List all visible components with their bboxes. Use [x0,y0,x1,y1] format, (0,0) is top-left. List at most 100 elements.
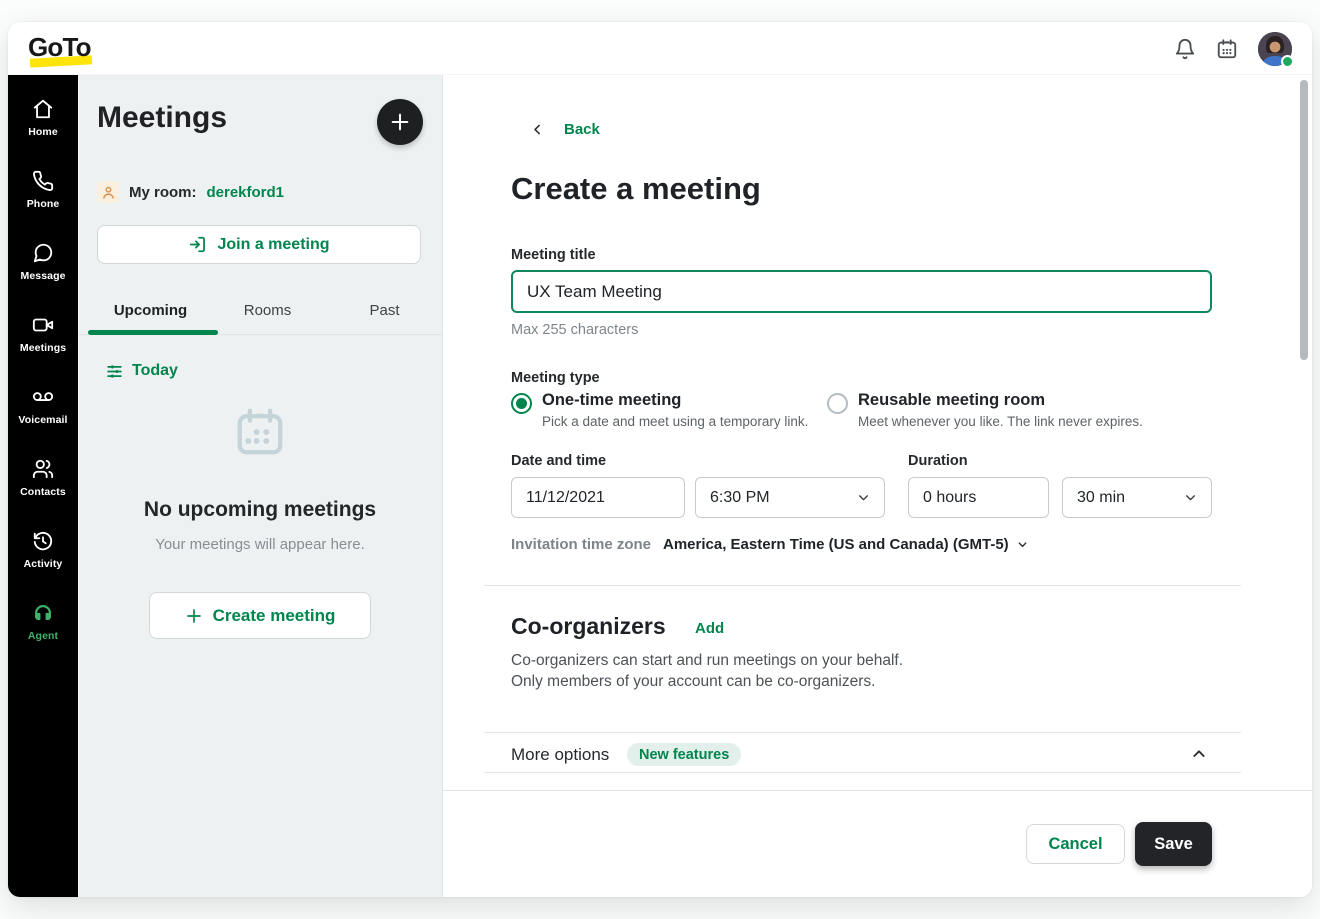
hours-input[interactable] [923,489,1034,507]
sidebar-item-phone[interactable]: Phone [8,160,78,219]
reusable-room-label: Reusable meeting room [858,391,1143,411]
radio-selected-icon [511,393,532,414]
co-organizers-add-link[interactable]: Add [695,620,724,637]
empty-state-title: No upcoming meetings [78,498,442,522]
back-link[interactable]: Back [531,121,600,138]
app-nav-rail: Home Phone Message Meetings Voicemail Co… [8,75,78,897]
empty-calendar-icon [233,405,287,459]
presence-dot [1281,55,1294,68]
sidebar-label-message: Message [20,270,65,282]
goto-logo: GoTo [28,32,98,68]
contacts-icon [32,458,54,480]
meeting-title-helper: Max 255 characters [511,322,638,338]
app-window: GoTo Home Phone [8,22,1312,897]
form-footer: Cancel Save [443,790,1312,897]
person-icon [101,185,116,200]
duration-label: Duration [908,453,968,469]
plus-icon [185,607,203,625]
date-input[interactable] [526,489,670,507]
sidebar-label-phone: Phone [27,198,60,210]
voicemail-icon [32,386,54,408]
today-label: Today [132,362,178,380]
timezone-select[interactable]: America, Eastern Time (US and Canada) (G… [663,536,1028,553]
my-room-row[interactable]: My room: derekford1 [97,181,284,203]
message-icon [32,242,54,264]
timezone-label: Invitation time zone [511,536,651,553]
bell-icon[interactable] [1174,38,1196,60]
plus-icon [389,111,411,133]
save-button[interactable]: Save [1135,822,1212,866]
date-time-label: Date and time [511,453,606,469]
meeting-type-label: Meeting type [511,370,600,386]
section-divider [484,732,1241,733]
sidebar-item-voicemail[interactable]: Voicemail [8,376,78,435]
new-features-badge: New features [627,743,741,766]
radio-reusable-room[interactable]: Reusable meeting room Meet whenever you … [827,391,1143,429]
time-select-value: 6:30 PM [710,489,770,507]
minutes-select-value: 30 min [1077,489,1125,507]
chevron-down-icon [857,491,870,504]
today-filter[interactable]: Today [106,362,178,380]
new-meeting-plus-button[interactable] [377,99,423,145]
co-organizers-desc-2: Only members of your account can be co-o… [511,673,875,691]
goto-logo-text: GoTo [28,32,98,63]
sidebar-label-agent: Agent [28,630,58,642]
top-bar: GoTo [8,22,1312,75]
minutes-select[interactable]: 30 min [1062,477,1212,518]
empty-state-subtitle: Your meetings will appear here. [78,536,442,553]
my-room-link[interactable]: derekford1 [207,184,285,201]
tab-upcoming[interactable]: Upcoming [92,296,209,330]
sliders-icon [106,363,123,380]
hours-field[interactable] [908,477,1049,518]
phone-icon [32,170,54,192]
more-options-label[interactable]: More options [511,745,609,765]
sidebar-item-agent[interactable]: Agent [8,592,78,651]
user-avatar[interactable] [1258,32,1292,66]
timezone-value: America, Eastern Time (US and Canada) (G… [663,536,1009,553]
panel-tabs: Upcoming Rooms Past [92,296,443,330]
calendar-icon[interactable] [1216,38,1238,60]
home-icon [32,98,54,120]
scrollbar-thumb[interactable] [1300,80,1308,360]
video-camera-icon [32,314,54,336]
co-organizers-title: Co-organizers [511,613,666,640]
sidebar-item-meetings[interactable]: Meetings [8,304,78,363]
sidebar-label-voicemail: Voicemail [18,414,67,426]
meeting-title-label: Meeting title [511,247,596,263]
sidebar-label-activity: Activity [24,558,63,570]
join-meeting-button[interactable]: Join a meeting [97,225,421,264]
section-divider [484,772,1241,773]
panel-title: Meetings [97,101,227,135]
chevron-down-icon [1184,491,1197,504]
timezone-row: Invitation time zone America, Eastern Ti… [511,536,1028,553]
radio-unselected-icon [827,393,848,414]
radio-one-time-meeting[interactable]: One-time meeting Pick a date and meet us… [511,391,808,429]
headset-icon [32,602,54,624]
sidebar-item-home[interactable]: Home [8,88,78,147]
reusable-room-desc: Meet whenever you like. The link never e… [858,414,1143,429]
tab-rooms[interactable]: Rooms [209,296,326,330]
co-organizers-desc-1: Co-organizers can start and run meetings… [511,652,903,670]
header-actions [1174,22,1292,75]
time-select[interactable]: 6:30 PM [695,477,885,518]
sidebar-label-contacts: Contacts [20,486,66,498]
one-time-meeting-desc: Pick a date and meet using a temporary l… [542,414,808,429]
sidebar-item-contacts[interactable]: Contacts [8,448,78,507]
back-label: Back [564,121,600,138]
active-tab-indicator [88,330,218,335]
meetings-panel: Meetings My room: derekford1 Join a meet… [78,75,443,897]
meeting-title-input[interactable] [511,270,1212,313]
chevron-up-icon[interactable] [1191,746,1207,762]
create-meeting-button[interactable]: Create meeting [149,592,371,639]
tab-past[interactable]: Past [326,296,443,330]
log-in-icon [188,235,207,254]
one-time-meeting-label: One-time meeting [542,391,808,411]
date-field[interactable] [511,477,685,518]
my-room-label: My room: [129,184,197,201]
create-meeting-label: Create meeting [213,606,336,626]
page-title: Create a meeting [511,171,761,207]
cancel-button[interactable]: Cancel [1026,824,1125,864]
sidebar-item-activity[interactable]: Activity [8,520,78,579]
section-divider [484,585,1241,586]
sidebar-item-message[interactable]: Message [8,232,78,291]
